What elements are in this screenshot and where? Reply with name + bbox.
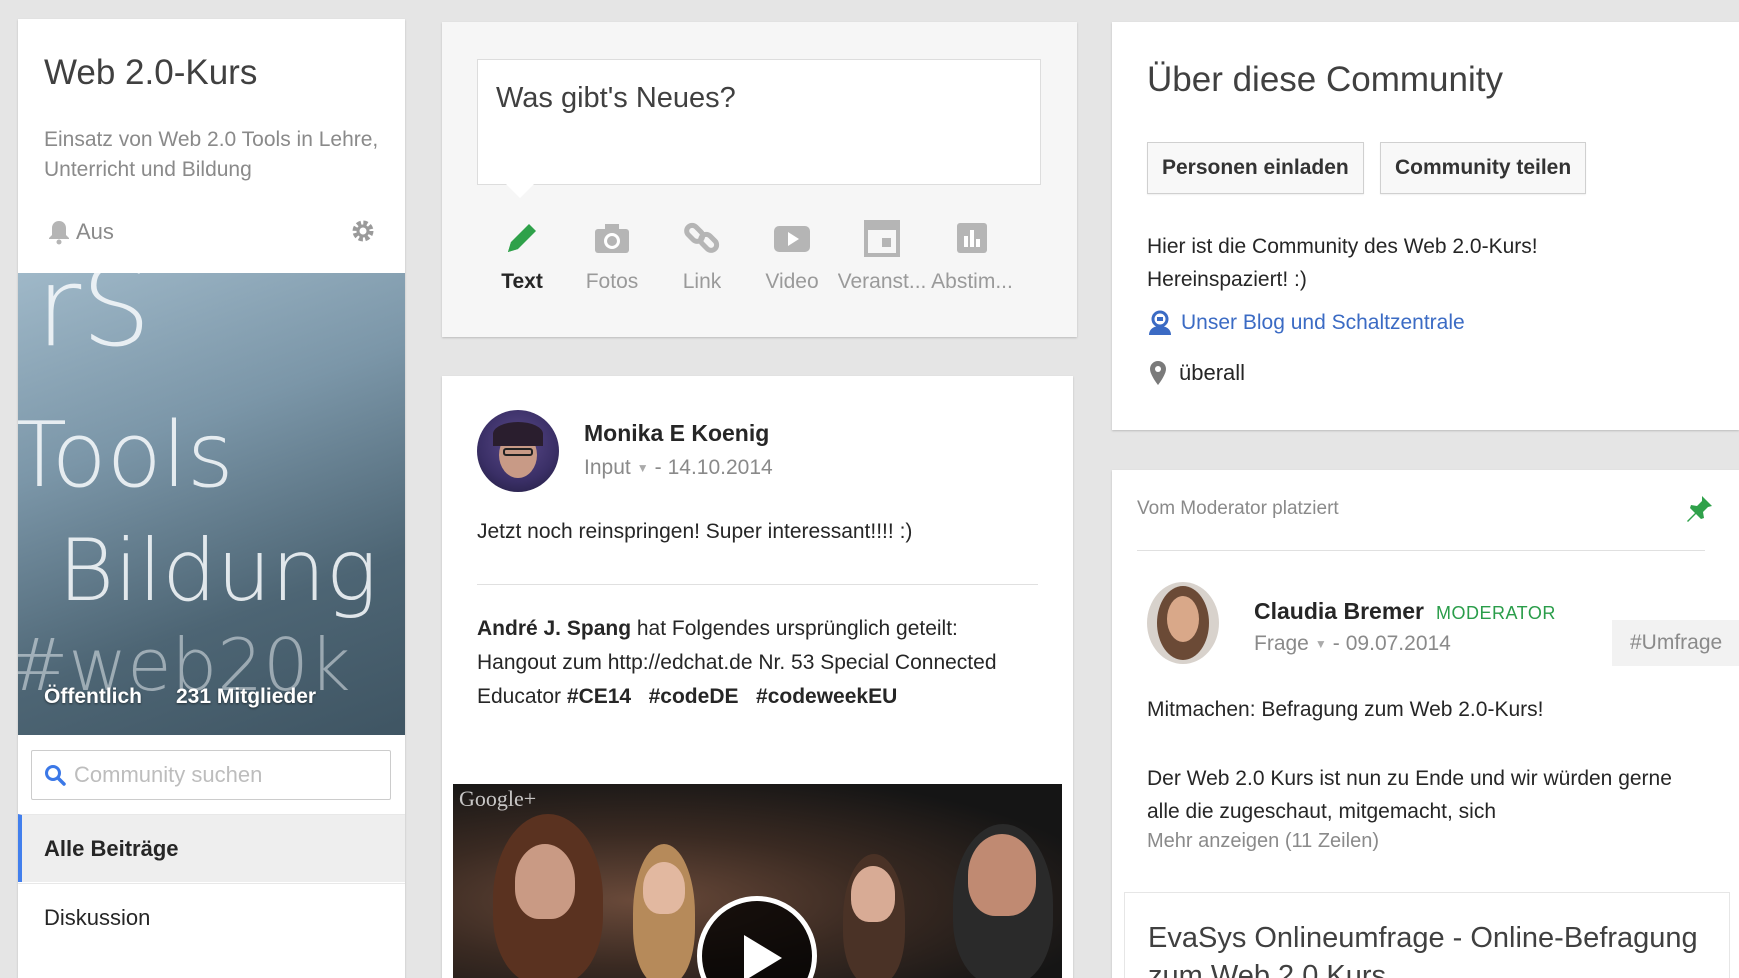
composer-caret <box>506 184 534 198</box>
pinned-divider <box>1137 550 1705 551</box>
author-avatar[interactable] <box>477 410 559 492</box>
video-person <box>515 844 575 919</box>
tool-link[interactable]: Link <box>657 218 747 294</box>
tool-photos[interactable]: Fotos <box>567 218 657 294</box>
community-title: Web 2.0-Kurs <box>44 53 258 92</box>
pinned-text-title: Mitmachen: Befragung zum Web 2.0-Kurs! <box>1147 698 1544 721</box>
cover-text-rs: rS <box>36 273 152 371</box>
nav-all-posts-label: Alle Beiträge <box>44 835 179 861</box>
link-icon <box>684 222 720 253</box>
video-thumbnail[interactable]: Google+ <box>453 784 1062 978</box>
gear-icon[interactable] <box>350 218 376 244</box>
shared-intro: hat Folgendes ursprünglich geteilt: <box>631 617 958 640</box>
community-tagline: Einsatz von Web 2.0 Tools in Lehre, Unte… <box>44 128 379 181</box>
post-composer: Was gibt's Neues? Text Fotos Link Video … <box>442 22 1077 337</box>
pinned-date[interactable]: 09.07.2014 <box>1346 632 1451 656</box>
linked-content-card[interactable]: EvaSys Onlineumfrage - Online-Befragung … <box>1124 892 1730 978</box>
bell-icon <box>49 221 69 245</box>
video-person <box>851 866 895 922</box>
moderator-badge: MODERATOR <box>1436 603 1556 623</box>
shared-author[interactable]: André J. Spang <box>477 617 631 640</box>
chevron-down-icon[interactable]: ▼ <box>637 461 649 475</box>
linked-content-title: EvaSys Onlineumfrage - Online-Befragung … <box>1148 922 1698 978</box>
moderator-name-row: Claudia Bremer MODERATOR <box>1254 598 1556 625</box>
community-sidebar: Web 2.0-Kurs Einsatz von Web 2.0 Tools i… <box>18 19 405 978</box>
post-category[interactable]: Input <box>584 456 631 480</box>
meta-separator: - <box>1332 632 1340 655</box>
post-card: Monika E Koenig Input ▼ - 14.10.2014 Jet… <box>442 376 1073 978</box>
composer-input[interactable]: Was gibt's Neues? <box>477 59 1041 185</box>
tool-event[interactable]: Veranst... <box>837 218 927 294</box>
hashtag-umfrage[interactable]: #Umfrage <box>1612 620 1739 666</box>
blogger-icon <box>1149 310 1171 335</box>
about-title: Über diese Community <box>1147 60 1503 99</box>
composer-placeholder: Was gibt's Neues? <box>496 82 736 114</box>
post-author-name[interactable]: Monika E Koenig <box>584 420 769 447</box>
tool-video[interactable]: Video <box>747 218 837 294</box>
post-meta: Input ▼ - 14.10.2014 <box>584 456 773 480</box>
chevron-down-icon[interactable]: ▼ <box>1315 637 1327 651</box>
play-icon[interactable] <box>697 896 817 978</box>
blog-link[interactable]: Unser Blog und Schaltzentrale <box>1147 310 1465 336</box>
show-more-link[interactable]: Mehr anzeigen (11 Zeilen) <box>1147 830 1379 853</box>
pinned-header: Vom Moderator platziert <box>1137 498 1339 519</box>
hashtag-codeweekeu[interactable]: #codeweekEU <box>756 685 897 708</box>
pinned-text-body: Der Web 2.0 Kurs ist nun zu Ende und wir… <box>1147 767 1672 823</box>
shared-content: André J. Spang hat Folgendes ursprünglic… <box>477 612 1038 714</box>
member-count[interactable]: 231 Mitglieder <box>176 685 316 709</box>
about-community-card: Über diese Community Personen einladen C… <box>1112 22 1739 430</box>
cover-text-tools: Tools <box>18 403 234 508</box>
community-search[interactable] <box>31 750 391 800</box>
post-text: Jetzt noch reinspringen! Super interessa… <box>477 520 913 543</box>
moderator-avatar[interactable] <box>1147 582 1219 664</box>
tool-event-label: Veranst... <box>837 270 927 293</box>
nav-discussion[interactable]: Diskussion <box>18 883 405 951</box>
pin-icon[interactable] <box>1684 494 1714 524</box>
cover-stats: Öffentlich 231 Mitglieder <box>44 685 316 709</box>
tool-poll[interactable]: Abstim... <box>927 218 1017 294</box>
location-pin-icon <box>1150 361 1166 385</box>
pinned-author-name[interactable]: Claudia Bremer <box>1254 598 1424 625</box>
about-description: Hier ist die Community des Web 2.0-Kurs!… <box>1147 235 1538 291</box>
tool-video-label: Video <box>765 270 819 293</box>
video-person <box>968 834 1036 916</box>
community-location: überall <box>1149 360 1245 386</box>
composer-tools: Text Fotos Link Video Veranst... Abstim.… <box>477 218 1017 294</box>
notifications-label: Aus <box>76 219 114 244</box>
invite-people-button[interactable]: Personen einladen <box>1147 142 1364 194</box>
tool-text-label: Text <box>501 270 543 293</box>
poll-icon <box>957 223 987 253</box>
cover-text-bildung: Bildung <box>58 521 378 621</box>
tool-poll-label: Abstim... <box>931 270 1013 293</box>
video-icon <box>774 226 810 252</box>
video-person <box>643 862 685 914</box>
pinned-post-card: Vom Moderator platziert Claudia Bremer M… <box>1112 470 1739 978</box>
visibility-label: Öffentlich <box>44 685 142 708</box>
search-input[interactable] <box>74 762 374 788</box>
share-community-button[interactable]: Community teilen <box>1380 142 1587 194</box>
nav-discussion-label: Diskussion <box>44 904 151 930</box>
video-brand-logo: Google+ <box>459 786 537 811</box>
tool-text[interactable]: Text <box>477 218 567 294</box>
camera-icon <box>595 224 629 253</box>
tool-link-label: Link <box>682 270 722 293</box>
pencil-icon <box>508 224 536 252</box>
tool-photos-label: Fotos <box>585 270 639 293</box>
nav-all-posts[interactable]: Alle Beiträge <box>18 814 405 882</box>
search-icon <box>45 765 66 786</box>
event-icon <box>864 220 900 257</box>
pinned-meta: Frage ▼ - 09.07.2014 <box>1254 632 1451 656</box>
meta-separator: - <box>654 456 662 479</box>
notifications-toggle[interactable]: Aus <box>48 219 114 245</box>
blog-link-label: Unser Blog und Schaltzentrale <box>1181 311 1465 334</box>
location-label: überall <box>1179 360 1246 385</box>
post-divider <box>477 584 1038 585</box>
community-cover-image: rS Tools Bildung #web20k Öffentlich 231 … <box>18 273 405 735</box>
hashtag-codede[interactable]: #codeDE <box>649 685 739 708</box>
hashtag-ce14[interactable]: #CE14 <box>567 685 631 708</box>
post-date[interactable]: 14.10.2014 <box>668 456 773 480</box>
pinned-category[interactable]: Frage <box>1254 632 1309 656</box>
